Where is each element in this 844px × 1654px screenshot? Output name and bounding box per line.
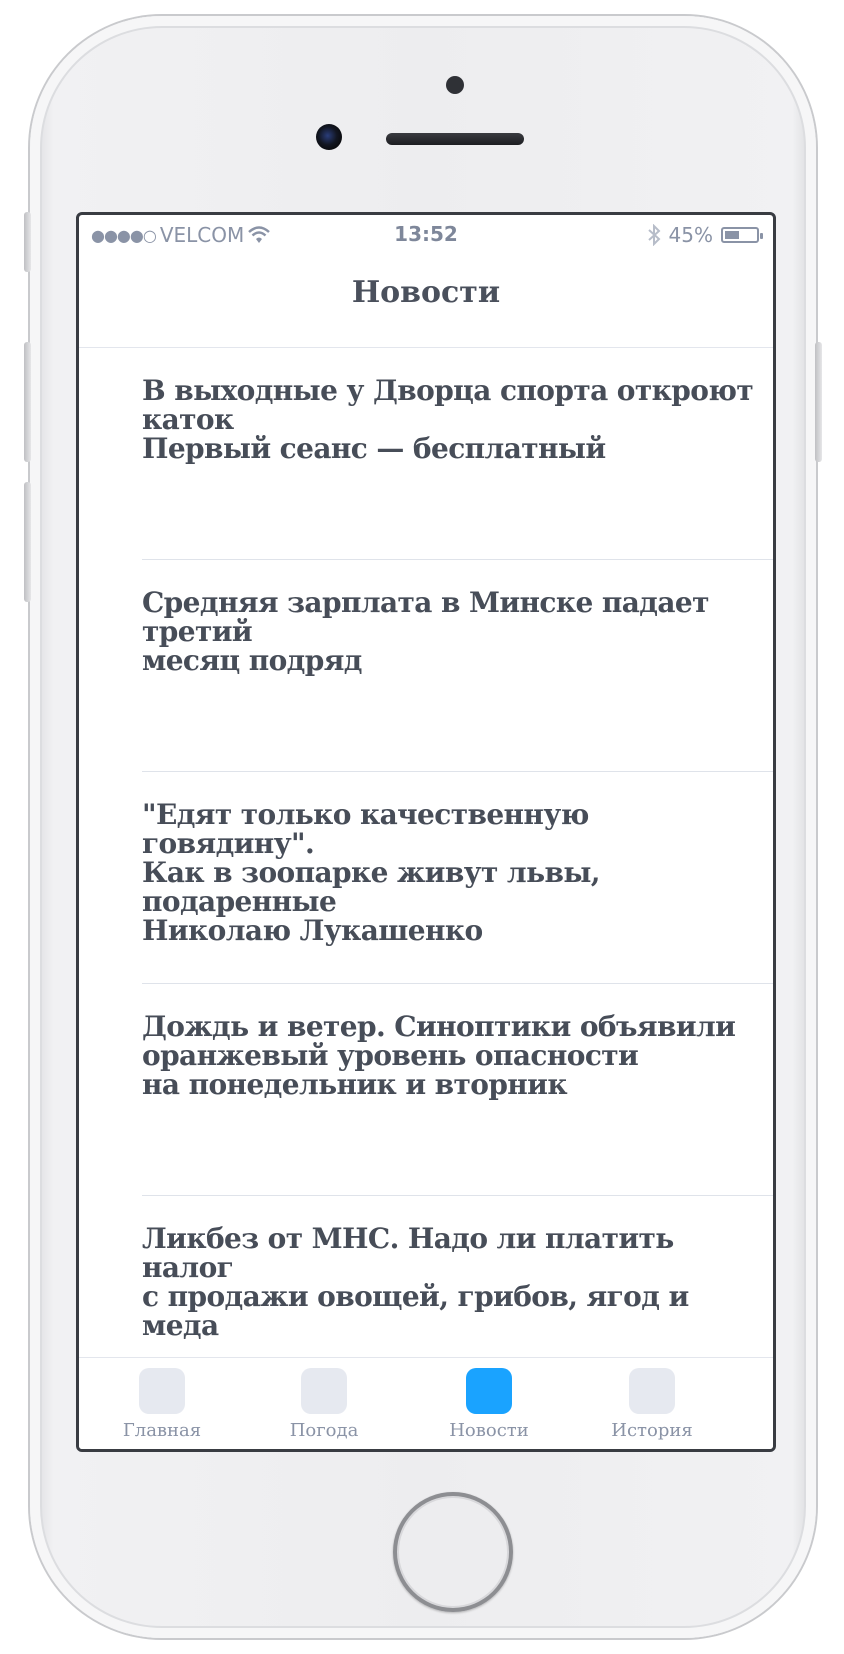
earpiece-speaker <box>386 133 524 145</box>
news-title: Дождь и ветер. Синоптики объявили оранже… <box>142 1010 736 1101</box>
tab-news[interactable]: Новости <box>429 1368 549 1441</box>
front-sensor <box>446 76 464 94</box>
weather-tab-icon <box>301 1368 347 1414</box>
history-tab-icon <box>629 1368 675 1414</box>
news-item[interactable]: В выходные у Дворца спорта откроют каток… <box>79 348 773 560</box>
battery-icon <box>721 227 763 243</box>
battery-level <box>725 231 739 239</box>
tab-label: Погода <box>289 1420 359 1441</box>
home-tab-icon <box>139 1368 185 1414</box>
tab-home[interactable]: Главная <box>102 1368 222 1441</box>
volume-up-button <box>24 342 31 462</box>
page-title: Новости <box>351 275 501 310</box>
tab-label: История <box>611 1420 693 1441</box>
volume-down-button <box>24 482 31 602</box>
tab-weather[interactable]: Погода <box>264 1368 384 1441</box>
tab-label: Главная <box>122 1420 202 1441</box>
news-item[interactable]: Средняя зарплата в Минске падает третий … <box>79 560 773 772</box>
news-tab-icon <box>466 1368 512 1414</box>
tab-label: Новости <box>449 1420 529 1441</box>
front-camera <box>316 124 342 150</box>
news-title: В выходные у Дворца спорта откроют каток… <box>142 374 754 465</box>
news-title: Ликбез от МНС. Надо ли платить налог с п… <box>142 1222 689 1342</box>
news-item[interactable]: Дождь и ветер. Синоптики объявили оранже… <box>79 984 773 1196</box>
mute-switch <box>24 212 31 272</box>
battery-percent: 45% <box>668 223 713 247</box>
news-list: В выходные у Дворца спорта откроют каток… <box>79 348 773 1408</box>
power-button <box>815 342 822 462</box>
status-bar: ●●●●○ VELCOM 13:52 45% <box>79 215 773 251</box>
news-title: Средняя зарплата в Минске падает третий … <box>142 586 709 677</box>
home-button[interactable] <box>393 1492 513 1612</box>
bluetooth-icon <box>647 224 660 246</box>
news-title: "Едят только качественную говядину". Как… <box>142 798 601 947</box>
navigation-bar: Новости <box>79 251 773 348</box>
tab-history[interactable]: История <box>592 1368 712 1441</box>
news-item[interactable]: "Едят только качественную говядину". Как… <box>79 772 773 984</box>
app-screen: ●●●●○ VELCOM 13:52 45% Новости В выходны… <box>76 212 776 1452</box>
tab-bar: Главная Погода Новости История <box>79 1357 773 1449</box>
